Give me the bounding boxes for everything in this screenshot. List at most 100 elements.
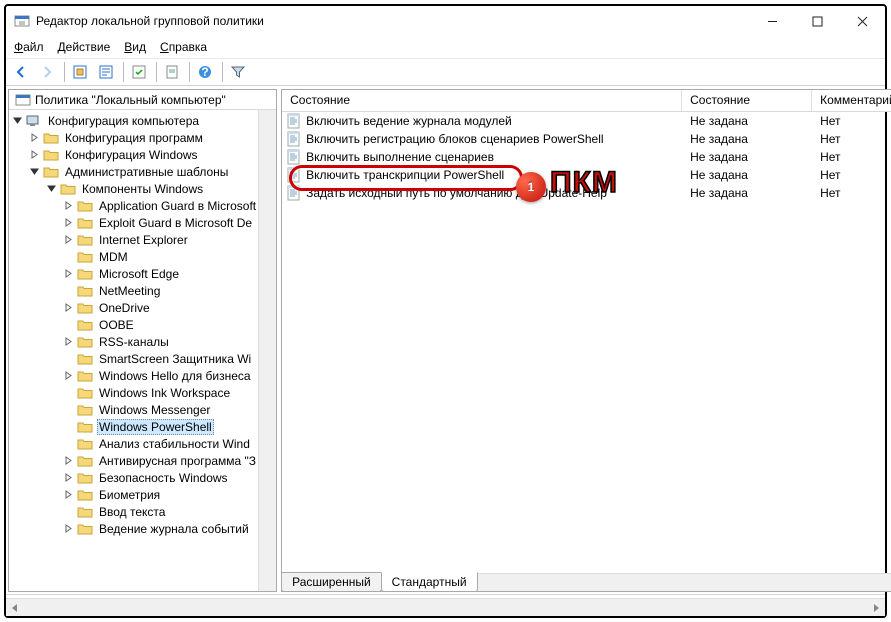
tree-item[interactable]: Exploit Guard в Microsoft De	[9, 214, 258, 231]
twisty-icon[interactable]	[9, 112, 26, 129]
twisty-icon[interactable]	[60, 265, 77, 282]
twisty-icon[interactable]	[26, 146, 43, 163]
menu-view[interactable]: Вид	[124, 40, 146, 54]
twisty-icon[interactable]	[43, 180, 60, 197]
tree-item[interactable]: Анализ стабильности Wind	[9, 435, 258, 452]
tree-item[interactable]: Ведение журнала событий	[9, 520, 258, 537]
maximize-button[interactable]	[795, 7, 840, 35]
col-state-1[interactable]: Состояние	[282, 90, 682, 111]
minimize-button[interactable]	[750, 7, 795, 35]
tree-hscroll[interactable]	[6, 598, 885, 616]
policy-row[interactable]: Задать исходный путь по умолчанию для Up…	[282, 184, 891, 202]
tree-item[interactable]: Windows PowerShell	[9, 418, 258, 435]
twisty-spacer	[60, 503, 77, 520]
separator	[123, 62, 124, 82]
export-button[interactable]	[160, 60, 184, 84]
policy-name: Включить транскрипции PowerShell	[306, 168, 504, 182]
back-button[interactable]	[9, 60, 33, 84]
tree-item[interactable]: Конфигурация компьютера	[9, 112, 258, 129]
vscrollbar[interactable]	[258, 110, 276, 591]
tree-item[interactable]: Компоненты Windows	[9, 180, 258, 197]
policy-row[interactable]: Включить выполнение сценариевНе заданаНе…	[282, 148, 891, 166]
twisty-icon[interactable]	[60, 367, 77, 384]
list-panel: Состояние Состояние Комментарий Включить…	[281, 89, 891, 592]
tree-item[interactable]: Application Guard в Microsoft	[9, 197, 258, 214]
separator	[156, 62, 157, 82]
policy-name: Включить ведение журнала модулей	[306, 114, 512, 128]
twisty-icon[interactable]	[60, 486, 77, 503]
twisty-spacer	[60, 418, 77, 435]
tree-item[interactable]: RSS-каналы	[9, 333, 258, 350]
menu-file[interactable]: Файл	[14, 40, 44, 54]
filter-button[interactable]	[226, 60, 250, 84]
refresh-button[interactable]	[127, 60, 151, 84]
close-button[interactable]	[840, 7, 885, 35]
separator	[222, 62, 223, 82]
twisty-icon[interactable]	[60, 299, 77, 316]
tree-item[interactable]: Windows Messenger	[9, 401, 258, 418]
tree-item[interactable]: Безопасность Windows	[9, 469, 258, 486]
twisty-spacer	[60, 435, 77, 452]
policy-name: Задать исходный путь по умолчанию для Up…	[306, 186, 607, 200]
twisty-icon[interactable]	[60, 214, 77, 231]
body: Политика "Локальный компьютер" Конфигура…	[6, 86, 885, 594]
policy-row[interactable]: Включить транскрипции PowerShell Не задан…	[282, 166, 891, 184]
help-button[interactable]: ?	[193, 60, 217, 84]
list-header: Состояние Состояние Комментарий	[282, 90, 891, 112]
policy-state: Не задана	[682, 168, 812, 182]
forward-button[interactable]	[35, 60, 59, 84]
twisty-icon[interactable]	[60, 333, 77, 350]
tree-item[interactable]: OOBE	[9, 316, 258, 333]
col-state-2[interactable]: Состояние	[682, 90, 812, 111]
twisty-icon[interactable]	[60, 197, 77, 214]
window-buttons	[750, 7, 885, 35]
tree-item[interactable]: Windows Ink Workspace	[9, 384, 258, 401]
menu-help[interactable]: Справка	[160, 40, 207, 54]
policy-comment: Нет	[812, 132, 891, 146]
policy-state: Не задана	[682, 114, 812, 128]
twisty-icon[interactable]	[26, 163, 43, 180]
tree-item[interactable]: NetMeeting	[9, 282, 258, 299]
col-comment[interactable]: Комментарий	[812, 90, 891, 111]
tree-item[interactable]: Конфигурация Windows	[9, 146, 258, 163]
twisty-icon[interactable]	[60, 520, 77, 537]
twisty-icon[interactable]	[60, 231, 77, 248]
menubar: Файл Действие Вид Справка	[6, 36, 885, 58]
twisty-spacer	[60, 282, 77, 299]
tree-item[interactable]: SmartScreen Защитника Wi	[9, 350, 258, 367]
titlebar: Редактор локальной групповой политики	[6, 6, 885, 36]
tree-item[interactable]: OneDrive	[9, 299, 258, 316]
tree-item[interactable]: Конфигурация программ	[9, 129, 258, 146]
up-button[interactable]	[68, 60, 92, 84]
policy-state: Не задана	[682, 132, 812, 146]
scroll-right-icon[interactable]	[887, 574, 891, 591]
tree[interactable]: Конфигурация компьютераКонфигурация прог…	[9, 110, 258, 591]
tree-item[interactable]: Microsoft Edge	[9, 265, 258, 282]
list[interactable]: Включить ведение журнала модулей Не задан…	[282, 112, 891, 591]
tree-item[interactable]: Биометрия	[9, 486, 258, 503]
properties-button[interactable]	[94, 60, 118, 84]
tree-item[interactable]: Административные шаблоны	[9, 163, 258, 180]
tab-standard[interactable]: Стандартный	[381, 572, 478, 592]
tree-item[interactable]: Windows Hello для бизнеса	[9, 367, 258, 384]
policy-comment: Нет	[812, 168, 891, 182]
twisty-icon[interactable]	[60, 452, 77, 469]
policy-row[interactable]: Включить регистрацию блоков сценариев Po…	[282, 130, 891, 148]
menu-action[interactable]: Действие	[58, 40, 111, 54]
tree-item[interactable]: MDM	[9, 248, 258, 265]
policy-row[interactable]: Включить ведение журнала модулей Не задан…	[282, 112, 891, 130]
tree-header[interactable]: Политика "Локальный компьютер"	[9, 90, 276, 110]
tree-item[interactable]: Ввод текста	[9, 503, 258, 520]
app-icon	[14, 13, 30, 29]
policy-state: Не задана	[682, 186, 812, 200]
twisty-icon[interactable]	[26, 129, 43, 146]
policy-name: Включить выполнение сценариев	[306, 150, 494, 164]
separator	[189, 62, 190, 82]
scroll-right-icon[interactable]	[867, 599, 885, 616]
tree-item[interactable]: Антивирусная программа "З	[9, 452, 258, 469]
scroll-left-icon[interactable]	[6, 599, 24, 616]
tree-item[interactable]: Internet Explorer	[9, 231, 258, 248]
twisty-spacer	[60, 384, 77, 401]
tab-extended[interactable]: Расширенный	[281, 572, 382, 592]
twisty-icon[interactable]	[60, 469, 77, 486]
